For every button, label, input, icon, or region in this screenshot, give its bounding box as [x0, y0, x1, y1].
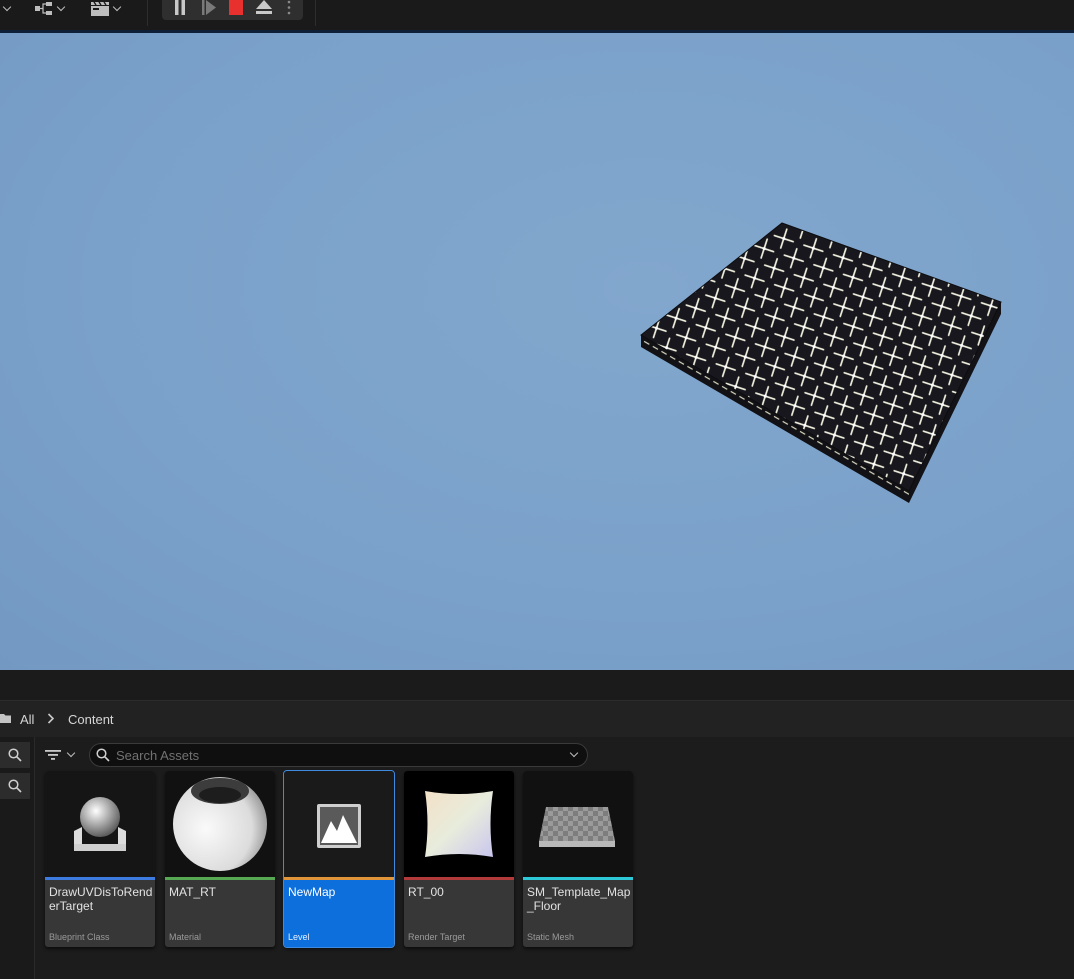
eject-icon[interactable] — [255, 0, 273, 16]
asset-type: Material — [169, 932, 202, 942]
stop-icon[interactable] — [229, 0, 243, 16]
asset-thumbnail — [284, 771, 394, 877]
chevron-right-icon[interactable] — [47, 713, 55, 724]
folder-icon[interactable] — [0, 712, 12, 724]
chevron-down-icon — [112, 2, 122, 12]
level-map-icon — [317, 804, 361, 848]
snap-hierarchy-icon — [35, 2, 52, 15]
asset-thumbnail — [523, 771, 633, 877]
asset-type: Level — [288, 932, 310, 942]
blueprint-class-icon — [74, 797, 126, 851]
asset-view: DrawUVDisToRenderTarget Blueprint Class … — [35, 737, 1074, 979]
asset-tile-rt-00[interactable]: RT_00 Render Target — [404, 771, 514, 947]
asset-tile-newmap[interactable]: NewMap Level — [283, 770, 395, 948]
floor-mesh[interactable] — [0, 33, 1074, 670]
asset-thumbnail — [404, 771, 514, 877]
level-editor-toolbar — [0, 0, 1074, 30]
more-options-icon[interactable] — [286, 0, 292, 16]
level-viewport[interactable] — [0, 33, 1074, 670]
filter-icon — [45, 750, 61, 760]
chevron-down-icon — [56, 2, 66, 12]
asset-type-color-bar — [45, 877, 155, 880]
search-icon — [8, 779, 22, 793]
breadcrumb-all[interactable]: All — [20, 712, 34, 727]
asset-name: SM_Template_Map_Floor — [527, 885, 631, 913]
asset-name: DrawUVDisToRenderTarget — [49, 885, 153, 913]
asset-type-color-bar — [284, 877, 394, 880]
asset-name: MAT_RT — [169, 885, 216, 899]
chevron-down-icon — [66, 748, 76, 758]
asset-tile-drawuvdistorendertarget[interactable]: DrawUVDisToRenderTarget Blueprint Class — [45, 771, 155, 947]
panel-splitter[interactable] — [0, 670, 1074, 700]
skip-frame-icon[interactable] — [201, 0, 217, 16]
asset-tile-mat-rt[interactable]: MAT_RT Material — [165, 771, 275, 947]
material-sphere-icon — [173, 777, 267, 871]
search-icon — [8, 748, 22, 762]
asset-tile-sm-template-map-floor[interactable]: SM_Template_Map_Floor Static Mesh — [523, 771, 633, 947]
asset-type-color-bar — [523, 877, 633, 880]
toolbar-separator — [315, 0, 316, 26]
snap-dropdown[interactable] — [34, 0, 74, 18]
search-assets-box — [89, 743, 588, 767]
asset-type: Blueprint Class — [49, 932, 110, 942]
render-target-icon — [425, 791, 493, 857]
asset-type: Render Target — [408, 932, 465, 942]
asset-type-color-bar — [404, 877, 514, 880]
asset-name: NewMap — [288, 885, 336, 899]
asset-type-color-bar — [165, 877, 275, 880]
search-collections-button[interactable] — [0, 773, 30, 799]
static-mesh-icon — [539, 807, 615, 847]
search-sources-button[interactable] — [0, 742, 30, 768]
toolbar-separator — [147, 0, 148, 26]
cinematics-icon — [91, 1, 109, 16]
asset-thumbnail — [45, 771, 155, 877]
sources-collapsed-strip — [0, 737, 35, 979]
search-icon — [96, 748, 110, 762]
transform-dropdown[interactable] — [0, 0, 18, 18]
content-browser-path-bar: All Content — [0, 700, 1074, 737]
cinematics-dropdown[interactable] — [90, 0, 128, 18]
chevron-down-icon — [2, 2, 12, 12]
asset-type: Static Mesh — [527, 932, 575, 942]
pause-icon[interactable] — [173, 0, 187, 16]
search-assets-input[interactable] — [116, 746, 556, 764]
breadcrumb-content[interactable]: Content — [68, 712, 114, 727]
asset-thumbnail — [165, 771, 275, 877]
asset-name: RT_00 — [408, 885, 444, 899]
filter-button[interactable] — [45, 745, 81, 765]
play-controls — [162, 0, 303, 20]
search-history-chevron-icon[interactable] — [569, 748, 579, 758]
